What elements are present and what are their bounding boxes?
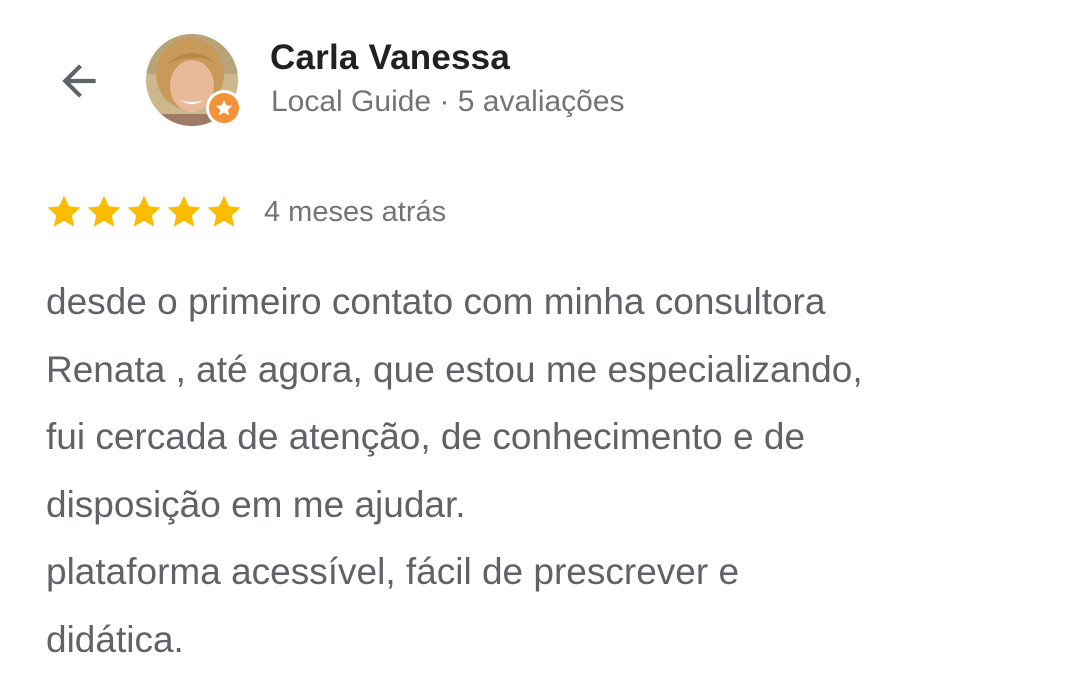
star-rating	[44, 192, 244, 232]
local-guide-star-icon	[209, 93, 239, 123]
rating-row: 4 meses atrás	[44, 190, 446, 234]
user-meta: Local Guide · 5 avaliações	[271, 85, 625, 118]
user-name[interactable]: Carla Vanessa	[270, 38, 510, 78]
star-icon	[207, 195, 241, 227]
star-icon	[167, 195, 201, 227]
star-icon	[47, 195, 81, 227]
review-text: desde o primeiro contato com minha consu…	[46, 281, 863, 660]
star-icon	[87, 195, 121, 227]
back-button[interactable]	[48, 50, 110, 112]
local-guide-badge	[206, 90, 242, 126]
arrow-back-icon	[62, 64, 96, 98]
user-avatar-container[interactable]	[146, 34, 242, 126]
review-date: 4 meses atrás	[264, 195, 447, 228]
star-icon	[127, 195, 161, 227]
